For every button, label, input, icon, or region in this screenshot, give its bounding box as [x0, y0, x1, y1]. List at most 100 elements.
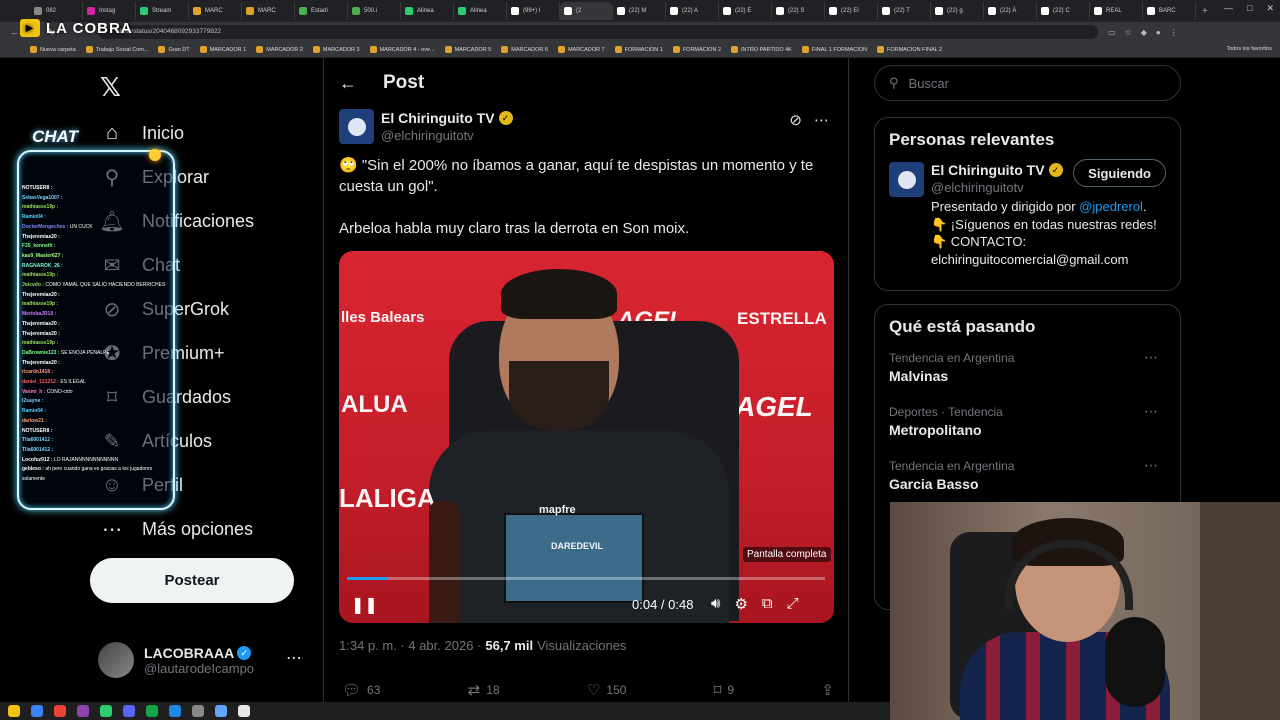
trend-more-icon[interactable]: ⋯ — [1144, 457, 1158, 474]
browser-tab[interactable]: 082 — [30, 2, 83, 20]
search-input[interactable]: ⚲ Buscar — [874, 65, 1181, 101]
cast-icon[interactable]: ▭ — [1108, 28, 1116, 37]
bookmark-item[interactable]: MARCADOR 4 - ove... — [369, 46, 435, 53]
menu-icon[interactable]: ⋮ — [1170, 28, 1178, 37]
browser-tab[interactable]: (22) C — [1037, 2, 1090, 20]
browser-tab[interactable]: MARC — [242, 2, 295, 20]
nav-item-m-s-opciones[interactable]: ⋯ Más opciones — [100, 517, 253, 541]
browser-tab[interactable]: (22) T — [878, 2, 931, 20]
bookmark-item[interactable]: MARCADOR 3 — [312, 46, 360, 53]
picture-in-picture-icon[interactable]: ⧉ — [762, 595, 773, 613]
repost-button[interactable]: ⇄ 18 — [468, 681, 500, 699]
browser-tab[interactable]: Estadí — [295, 2, 348, 20]
author-avatar[interactable] — [339, 109, 374, 144]
browser-tab[interactable]: (22) S — [772, 2, 825, 20]
browser-tab[interactable]: (22) E — [719, 2, 772, 20]
relevant-people-card: Personas relevantes El Chiringuito TV ✓ … — [874, 117, 1181, 291]
post-button[interactable]: Postear — [90, 558, 294, 603]
browser-tab[interactable]: (2 — [560, 2, 613, 20]
taskbar-app-icon[interactable] — [238, 705, 250, 717]
bookmark-item[interactable]: MARCADOR 7 — [557, 46, 605, 53]
browser-tab[interactable]: (22) M — [613, 2, 666, 20]
chat-username: l2sayne : — [22, 398, 44, 405]
tab-label: (22) T — [894, 8, 910, 14]
trend-item[interactable]: Deportes · Tendencia Metropolitano ⋯ — [875, 403, 1180, 457]
browser-tab[interactable]: Instag — [83, 2, 136, 20]
taskbar-app-icon[interactable] — [146, 705, 158, 717]
taskbar-app-icon[interactable] — [192, 705, 204, 717]
browser-tab[interactable]: (22) À — [984, 2, 1037, 20]
star-icon[interactable]: ☆ — [1125, 28, 1132, 37]
bookmark-item[interactable]: INTRO PARTIDO 4K — [731, 46, 792, 53]
author-name-row[interactable]: El Chiringuito TV ✓ — [381, 110, 513, 126]
close-icon[interactable]: ✕ — [1266, 3, 1274, 14]
url-field[interactable]: uitotv/status/2040468092933779822 — [98, 25, 1098, 39]
volume-icon[interactable]: 🔊︎ — [711, 595, 720, 613]
relevant-name-row[interactable]: El Chiringuito TV ✓ — [931, 162, 1063, 178]
bio-mention-link[interactable]: @jpedrerol — [1079, 199, 1143, 214]
taskbar-app-icon[interactable] — [77, 705, 89, 717]
following-button[interactable]: Siguiendo — [1073, 159, 1166, 187]
fullscreen-icon[interactable]: ⤢ — [787, 595, 799, 613]
tab-label: (22) À — [1000, 8, 1017, 14]
browser-tab[interactable]: Alinea — [454, 2, 507, 20]
taskbar-app-icon[interactable] — [215, 705, 227, 717]
bookmark-item[interactable]: MARCADOR 1 — [199, 46, 246, 53]
browser-tab[interactable]: MARC — [189, 2, 242, 20]
video-progress-bar[interactable] — [347, 577, 825, 580]
bookmark-item[interactable]: MARCADOR 2 — [256, 46, 303, 53]
browser-tab[interactable]: (22) A — [666, 2, 719, 20]
taskbar-app-icon[interactable] — [8, 705, 20, 717]
reply-button[interactable]: 💬︎ 63 — [342, 681, 380, 699]
relevant-avatar[interactable] — [889, 162, 924, 197]
browser-tab[interactable]: Stream — [136, 2, 189, 20]
bookmark-item[interactable]: FORMACION FINAL 2 — [876, 46, 942, 53]
new-tab-button[interactable]: + — [1196, 6, 1214, 17]
chat-username: Tlla6001412 : — [22, 437, 54, 444]
chat-username: DaBrownie123 : — [22, 349, 60, 356]
browser-tab[interactable]: REAL — [1090, 2, 1143, 20]
like-button[interactable]: ♡ 150 — [587, 681, 626, 699]
bookmark-item[interactable]: FINAL 1 FORMACION — [801, 46, 867, 53]
maximize-icon[interactable]: □ — [1247, 3, 1252, 14]
account-more-icon[interactable]: ⋯ — [286, 648, 302, 668]
video-player[interactable]: lles Balears AGEL ESTRELLA ALUA AGEL LAL… — [339, 251, 834, 623]
browser-tab[interactable]: 500.i — [348, 2, 401, 20]
settings-gear-icon[interactable]: ⚙ — [734, 595, 747, 613]
taskbar-app-icon[interactable] — [31, 705, 43, 717]
grok-explain-icon[interactable]: ⊘ — [789, 111, 802, 129]
bookmark-item[interactable]: MARCADOR 6 — [501, 46, 548, 53]
taskbar-app-icon[interactable] — [54, 705, 66, 717]
back-arrow-icon[interactable]: ← — [339, 73, 357, 94]
bookmark-item[interactable]: Nueva carpeta — [30, 46, 76, 53]
browser-tab[interactable]: Alinea — [401, 2, 454, 20]
taskbar-app-icon[interactable] — [169, 705, 181, 717]
bookmark-item[interactable]: Gran DT — [158, 46, 190, 53]
browser-tab[interactable]: BARC — [1143, 2, 1196, 20]
x-logo-icon[interactable]: 𝕏 — [100, 72, 121, 103]
pause-icon[interactable]: ❚❚ — [351, 595, 378, 615]
account-switcher[interactable]: LACOBRAAA ✓ @lautarodeIcampo ⋯ — [98, 640, 308, 680]
browser-tab[interactable]: (22) El — [825, 2, 878, 20]
trend-more-icon[interactable]: ⋯ — [1144, 403, 1158, 420]
bookmark-item[interactable]: MARCADOR 5 — [444, 46, 491, 53]
minimize-icon[interactable]: — — [1224, 3, 1233, 14]
taskbar-app-icon[interactable] — [100, 705, 112, 717]
bookmark-item[interactable]: Trabajo Social Com... — [85, 46, 148, 53]
post-more-icon[interactable]: ⋯ — [814, 111, 829, 129]
bookmark-item[interactable]: FORMACION 2 — [672, 46, 721, 53]
bookmark-item[interactable]: FORMACION 1 — [614, 46, 663, 53]
all-bookmarks-link[interactable]: Todos los favoritos — [1226, 46, 1272, 52]
post-timestamp[interactable]: 1:34 p. m. · 4 abr. 2026 · — [339, 638, 481, 653]
trend-more-icon[interactable]: ⋯ — [1144, 349, 1158, 366]
taskbar-app-icon[interactable] — [123, 705, 135, 717]
trend-item[interactable]: Tendencia en Argentina Malvinas ⋯ — [875, 349, 1180, 403]
share-button[interactable]: ⇪ — [821, 681, 834, 699]
browser-tab[interactable]: (99+) l — [507, 2, 560, 20]
bookmark-button[interactable]: ⌑ 9 — [714, 681, 734, 699]
browser-tab[interactable]: (22) g — [931, 2, 984, 20]
extension-icon[interactable]: ◆ — [1141, 28, 1147, 37]
profile-icon[interactable]: ● — [1156, 28, 1161, 37]
nav-item-inicio[interactable]: ⌂ Inicio — [100, 121, 184, 145]
back-icon[interactable]: ← — [10, 27, 19, 38]
